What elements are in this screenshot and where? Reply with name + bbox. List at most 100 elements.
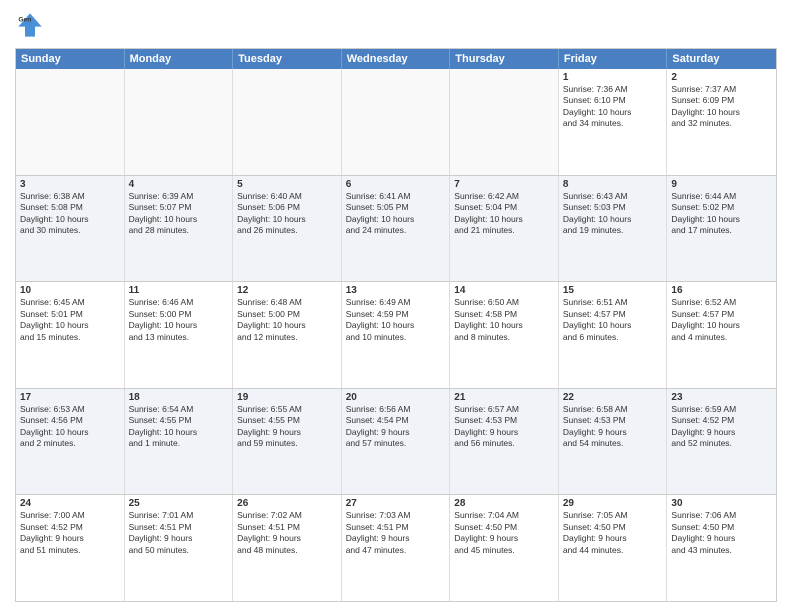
- day-info: Sunrise: 6:58 AM Sunset: 4:53 PM Dayligh…: [563, 404, 663, 450]
- day-number: 28: [454, 498, 554, 509]
- day-info: Sunrise: 6:49 AM Sunset: 4:59 PM Dayligh…: [346, 297, 446, 343]
- day-number: 2: [671, 72, 772, 83]
- day-info: Sunrise: 7:02 AM Sunset: 4:51 PM Dayligh…: [237, 510, 337, 556]
- cal-cell: 21Sunrise: 6:57 AM Sunset: 4:53 PM Dayli…: [450, 389, 559, 495]
- day-info: Sunrise: 6:43 AM Sunset: 5:03 PM Dayligh…: [563, 191, 663, 237]
- day-info: Sunrise: 6:39 AM Sunset: 5:07 PM Dayligh…: [129, 191, 229, 237]
- day-info: Sunrise: 6:54 AM Sunset: 4:55 PM Dayligh…: [129, 404, 229, 450]
- day-number: 18: [129, 392, 229, 403]
- cal-cell: 24Sunrise: 7:00 AM Sunset: 4:52 PM Dayli…: [16, 495, 125, 601]
- weekday-header-tuesday: Tuesday: [233, 49, 342, 69]
- day-info: Sunrise: 6:46 AM Sunset: 5:00 PM Dayligh…: [129, 297, 229, 343]
- logo-icon: Gen: [15, 10, 45, 40]
- day-info: Sunrise: 6:48 AM Sunset: 5:00 PM Dayligh…: [237, 297, 337, 343]
- cal-cell: 9Sunrise: 6:44 AM Sunset: 5:02 PM Daylig…: [667, 176, 776, 282]
- day-info: Sunrise: 7:03 AM Sunset: 4:51 PM Dayligh…: [346, 510, 446, 556]
- logo: Gen: [15, 10, 49, 40]
- cal-cell: 6Sunrise: 6:41 AM Sunset: 5:05 PM Daylig…: [342, 176, 451, 282]
- cal-cell: 28Sunrise: 7:04 AM Sunset: 4:50 PM Dayli…: [450, 495, 559, 601]
- day-number: 16: [671, 285, 772, 296]
- weekday-header-wednesday: Wednesday: [342, 49, 451, 69]
- cal-cell: 26Sunrise: 7:02 AM Sunset: 4:51 PM Dayli…: [233, 495, 342, 601]
- day-number: 24: [20, 498, 120, 509]
- day-number: 17: [20, 392, 120, 403]
- day-info: Sunrise: 6:57 AM Sunset: 4:53 PM Dayligh…: [454, 404, 554, 450]
- day-info: Sunrise: 6:41 AM Sunset: 5:05 PM Dayligh…: [346, 191, 446, 237]
- day-number: 6: [346, 179, 446, 190]
- day-number: 27: [346, 498, 446, 509]
- day-number: 26: [237, 498, 337, 509]
- cal-cell: [125, 69, 234, 175]
- day-number: 20: [346, 392, 446, 403]
- cal-cell: 8Sunrise: 6:43 AM Sunset: 5:03 PM Daylig…: [559, 176, 668, 282]
- calendar-row-1: 1Sunrise: 7:36 AM Sunset: 6:10 PM Daylig…: [16, 69, 776, 176]
- cal-cell: 17Sunrise: 6:53 AM Sunset: 4:56 PM Dayli…: [16, 389, 125, 495]
- cal-cell: 25Sunrise: 7:01 AM Sunset: 4:51 PM Dayli…: [125, 495, 234, 601]
- cal-cell: [342, 69, 451, 175]
- day-number: 10: [20, 285, 120, 296]
- day-number: 21: [454, 392, 554, 403]
- cal-cell: 13Sunrise: 6:49 AM Sunset: 4:59 PM Dayli…: [342, 282, 451, 388]
- cal-cell: 3Sunrise: 6:38 AM Sunset: 5:08 PM Daylig…: [16, 176, 125, 282]
- weekday-header-friday: Friday: [559, 49, 668, 69]
- weekday-header-sunday: Sunday: [16, 49, 125, 69]
- cal-cell: 1Sunrise: 7:36 AM Sunset: 6:10 PM Daylig…: [559, 69, 668, 175]
- calendar-header: SundayMondayTuesdayWednesdayThursdayFrid…: [16, 49, 776, 69]
- cal-cell: 14Sunrise: 6:50 AM Sunset: 4:58 PM Dayli…: [450, 282, 559, 388]
- day-info: Sunrise: 6:50 AM Sunset: 4:58 PM Dayligh…: [454, 297, 554, 343]
- weekday-header-monday: Monday: [125, 49, 234, 69]
- cal-cell: 22Sunrise: 6:58 AM Sunset: 4:53 PM Dayli…: [559, 389, 668, 495]
- cal-cell: [450, 69, 559, 175]
- day-info: Sunrise: 6:59 AM Sunset: 4:52 PM Dayligh…: [671, 404, 772, 450]
- cal-cell: 30Sunrise: 7:06 AM Sunset: 4:50 PM Dayli…: [667, 495, 776, 601]
- day-number: 14: [454, 285, 554, 296]
- cal-cell: 23Sunrise: 6:59 AM Sunset: 4:52 PM Dayli…: [667, 389, 776, 495]
- day-info: Sunrise: 6:51 AM Sunset: 4:57 PM Dayligh…: [563, 297, 663, 343]
- day-info: Sunrise: 7:01 AM Sunset: 4:51 PM Dayligh…: [129, 510, 229, 556]
- day-number: 5: [237, 179, 337, 190]
- day-info: Sunrise: 7:06 AM Sunset: 4:50 PM Dayligh…: [671, 510, 772, 556]
- calendar-row-5: 24Sunrise: 7:00 AM Sunset: 4:52 PM Dayli…: [16, 495, 776, 601]
- day-number: 1: [563, 72, 663, 83]
- day-info: Sunrise: 7:37 AM Sunset: 6:09 PM Dayligh…: [671, 84, 772, 130]
- day-number: 30: [671, 498, 772, 509]
- day-number: 29: [563, 498, 663, 509]
- day-info: Sunrise: 6:56 AM Sunset: 4:54 PM Dayligh…: [346, 404, 446, 450]
- cal-cell: 11Sunrise: 6:46 AM Sunset: 5:00 PM Dayli…: [125, 282, 234, 388]
- cal-cell: 4Sunrise: 6:39 AM Sunset: 5:07 PM Daylig…: [125, 176, 234, 282]
- calendar-row-2: 3Sunrise: 6:38 AM Sunset: 5:08 PM Daylig…: [16, 176, 776, 283]
- day-info: Sunrise: 7:36 AM Sunset: 6:10 PM Dayligh…: [563, 84, 663, 130]
- day-info: Sunrise: 7:00 AM Sunset: 4:52 PM Dayligh…: [20, 510, 120, 556]
- cal-cell: 27Sunrise: 7:03 AM Sunset: 4:51 PM Dayli…: [342, 495, 451, 601]
- day-number: 19: [237, 392, 337, 403]
- day-number: 23: [671, 392, 772, 403]
- cal-cell: 7Sunrise: 6:42 AM Sunset: 5:04 PM Daylig…: [450, 176, 559, 282]
- day-number: 12: [237, 285, 337, 296]
- day-number: 3: [20, 179, 120, 190]
- weekday-header-thursday: Thursday: [450, 49, 559, 69]
- day-info: Sunrise: 6:38 AM Sunset: 5:08 PM Dayligh…: [20, 191, 120, 237]
- day-number: 8: [563, 179, 663, 190]
- page: Gen SundayMondayTuesdayWednesdayThursday…: [0, 0, 792, 612]
- calendar-body: 1Sunrise: 7:36 AM Sunset: 6:10 PM Daylig…: [16, 69, 776, 601]
- cal-cell: 16Sunrise: 6:52 AM Sunset: 4:57 PM Dayli…: [667, 282, 776, 388]
- svg-text:Gen: Gen: [18, 17, 31, 24]
- day-info: Sunrise: 6:52 AM Sunset: 4:57 PM Dayligh…: [671, 297, 772, 343]
- day-number: 22: [563, 392, 663, 403]
- day-info: Sunrise: 6:42 AM Sunset: 5:04 PM Dayligh…: [454, 191, 554, 237]
- day-info: Sunrise: 7:04 AM Sunset: 4:50 PM Dayligh…: [454, 510, 554, 556]
- cal-cell: 20Sunrise: 6:56 AM Sunset: 4:54 PM Dayli…: [342, 389, 451, 495]
- weekday-header-saturday: Saturday: [667, 49, 776, 69]
- day-number: 13: [346, 285, 446, 296]
- cal-cell: 12Sunrise: 6:48 AM Sunset: 5:00 PM Dayli…: [233, 282, 342, 388]
- cal-cell: 15Sunrise: 6:51 AM Sunset: 4:57 PM Dayli…: [559, 282, 668, 388]
- cal-cell: 29Sunrise: 7:05 AM Sunset: 4:50 PM Dayli…: [559, 495, 668, 601]
- day-info: Sunrise: 6:45 AM Sunset: 5:01 PM Dayligh…: [20, 297, 120, 343]
- calendar-row-3: 10Sunrise: 6:45 AM Sunset: 5:01 PM Dayli…: [16, 282, 776, 389]
- cal-cell: 2Sunrise: 7:37 AM Sunset: 6:09 PM Daylig…: [667, 69, 776, 175]
- cal-cell: [16, 69, 125, 175]
- day-info: Sunrise: 6:53 AM Sunset: 4:56 PM Dayligh…: [20, 404, 120, 450]
- cal-cell: 19Sunrise: 6:55 AM Sunset: 4:55 PM Dayli…: [233, 389, 342, 495]
- day-info: Sunrise: 6:44 AM Sunset: 5:02 PM Dayligh…: [671, 191, 772, 237]
- day-info: Sunrise: 7:05 AM Sunset: 4:50 PM Dayligh…: [563, 510, 663, 556]
